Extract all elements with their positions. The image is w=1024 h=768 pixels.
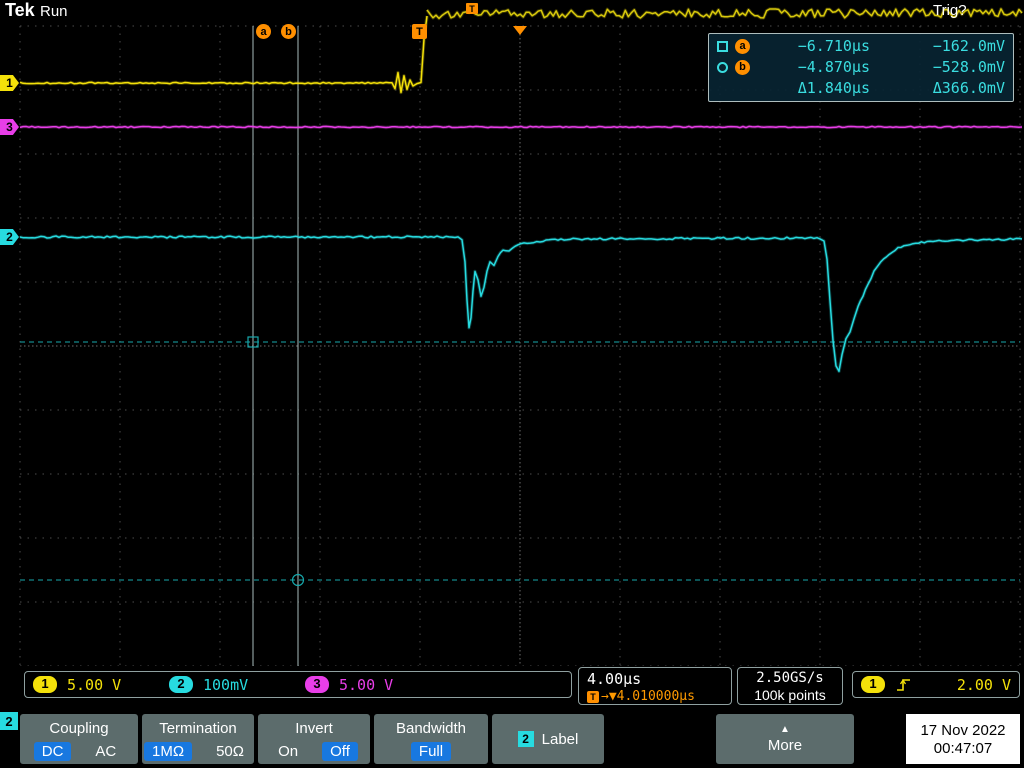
ch3-scale: 5.00 V: [339, 676, 393, 694]
channel-scale-readouts: 1 5.00 V 2 100mV 3 5.00 V: [24, 671, 572, 698]
oscilloscope-screen: Tek Run Trig? 1 3 2 a b T T a −6.710µs −…: [0, 0, 1024, 768]
cursor-readout-box: a −6.710µs −162.0mV b −4.870µs −528.0mV …: [708, 33, 1014, 102]
trigger-readout: 1 2.00 V: [852, 671, 1020, 698]
ch2-badge[interactable]: 2: [169, 676, 193, 693]
trigger-level: 2.00 V: [957, 676, 1011, 694]
record-length: 100k points: [754, 687, 826, 703]
trigger-source-badge[interactable]: 1: [861, 676, 885, 693]
ch2-readout: 2 100mV: [169, 676, 248, 694]
invert-on-option[interactable]: On: [270, 742, 306, 761]
cursor-a-square-icon: [717, 41, 728, 52]
tek-logo: Tek: [5, 0, 35, 21]
cursor-b-badge: b: [735, 60, 750, 75]
cursor-delta-volt: Δ366.0mV: [870, 79, 1005, 97]
more-button[interactable]: ▲ More: [716, 714, 854, 764]
cursor-a-volt: −162.0mV: [870, 37, 1005, 55]
cursor-b-time: −4.870µs: [758, 58, 870, 76]
expansion-point-icon: [513, 26, 527, 35]
ch3-badge[interactable]: 3: [305, 676, 329, 693]
coupling-ac-option[interactable]: AC: [87, 742, 124, 761]
ch3-readout: 3 5.00 V: [305, 676, 393, 694]
acquisition-readout: 2.50GS/s 100k points: [737, 667, 843, 705]
date-text: 17 Nov 2022: [920, 722, 1005, 739]
menu-channel-tab: 2: [0, 712, 18, 730]
cursor-delta-time: Δ1.840µs: [758, 79, 870, 97]
invert-off-option[interactable]: Off: [322, 742, 358, 761]
time-text: 00:47:07: [934, 740, 992, 757]
top-status-bar: Tek Run Trig?: [0, 0, 1024, 22]
coupling-button[interactable]: Coupling DC AC: [20, 714, 138, 764]
cursor-a-badge: a: [735, 39, 750, 54]
cursor-b-flag[interactable]: b: [281, 24, 296, 39]
cursor-delta-readout: Δ1.840µs Δ366.0mV: [717, 78, 1005, 98]
label-button[interactable]: 2 Label: [492, 714, 604, 764]
termination-50ohm-option[interactable]: 50Ω: [208, 742, 252, 761]
horizontal-delay-value: →▼4.010000µs: [601, 689, 695, 704]
termination-button[interactable]: Termination 1MΩ 50Ω: [142, 714, 254, 764]
invert-label: Invert: [258, 714, 370, 737]
rising-edge-icon: [895, 677, 913, 693]
trigger-t-icon: T: [587, 691, 599, 703]
bandwidth-button[interactable]: Bandwidth Full: [374, 714, 488, 764]
termination-label: Termination: [142, 714, 254, 737]
ch1-scale: 5.00 V: [67, 676, 121, 694]
trigger-status: Trig?: [933, 2, 967, 19]
horizontal-delay: T →▼4.010000µs: [587, 689, 731, 704]
termination-1mohm-option[interactable]: 1MΩ: [144, 742, 192, 761]
cursor-a-flag[interactable]: a: [256, 24, 271, 39]
ch1-badge[interactable]: 1: [33, 676, 57, 693]
readout-bar: 1 5.00 V 2 100mV 3 5.00 V 4.00µs T →▼4.0…: [0, 666, 1024, 712]
coupling-dc-option[interactable]: DC: [34, 742, 72, 761]
bottom-menu: 2 Coupling DC AC Termination 1MΩ 50Ω Inv…: [0, 712, 1024, 768]
cursor-a-time: −6.710µs: [758, 37, 870, 55]
label-button-text: Label: [542, 731, 579, 748]
sample-rate: 2.50GS/s: [756, 670, 823, 686]
cursor-b-circle-icon: [717, 62, 728, 73]
bandwidth-full-option[interactable]: Full: [411, 742, 451, 761]
graticule-display: [0, 0, 1024, 768]
invert-button[interactable]: Invert On Off: [258, 714, 370, 764]
bandwidth-label: Bandwidth: [374, 714, 488, 737]
trigger-flag[interactable]: T: [412, 24, 427, 39]
ch2-scale: 100mV: [203, 676, 248, 694]
cursor-b-volt: −528.0mV: [870, 58, 1005, 76]
horizontal-readout: 4.00µs T →▼4.010000µs: [578, 667, 732, 705]
ch1-readout: 1 5.00 V: [33, 676, 121, 694]
more-up-arrow-icon: ▲: [780, 725, 790, 735]
coupling-label: Coupling: [20, 714, 138, 737]
cursor-b-readout: b −4.870µs −528.0mV: [717, 57, 1005, 77]
label-channel-badge: 2: [518, 731, 534, 747]
horizontal-scale: 4.00µs: [587, 670, 731, 688]
more-button-text: More: [768, 737, 802, 754]
acquisition-status: Run: [40, 3, 68, 20]
datetime-display: 17 Nov 2022 00:47:07: [906, 714, 1020, 764]
cursor-a-readout: a −6.710µs −162.0mV: [717, 36, 1005, 56]
